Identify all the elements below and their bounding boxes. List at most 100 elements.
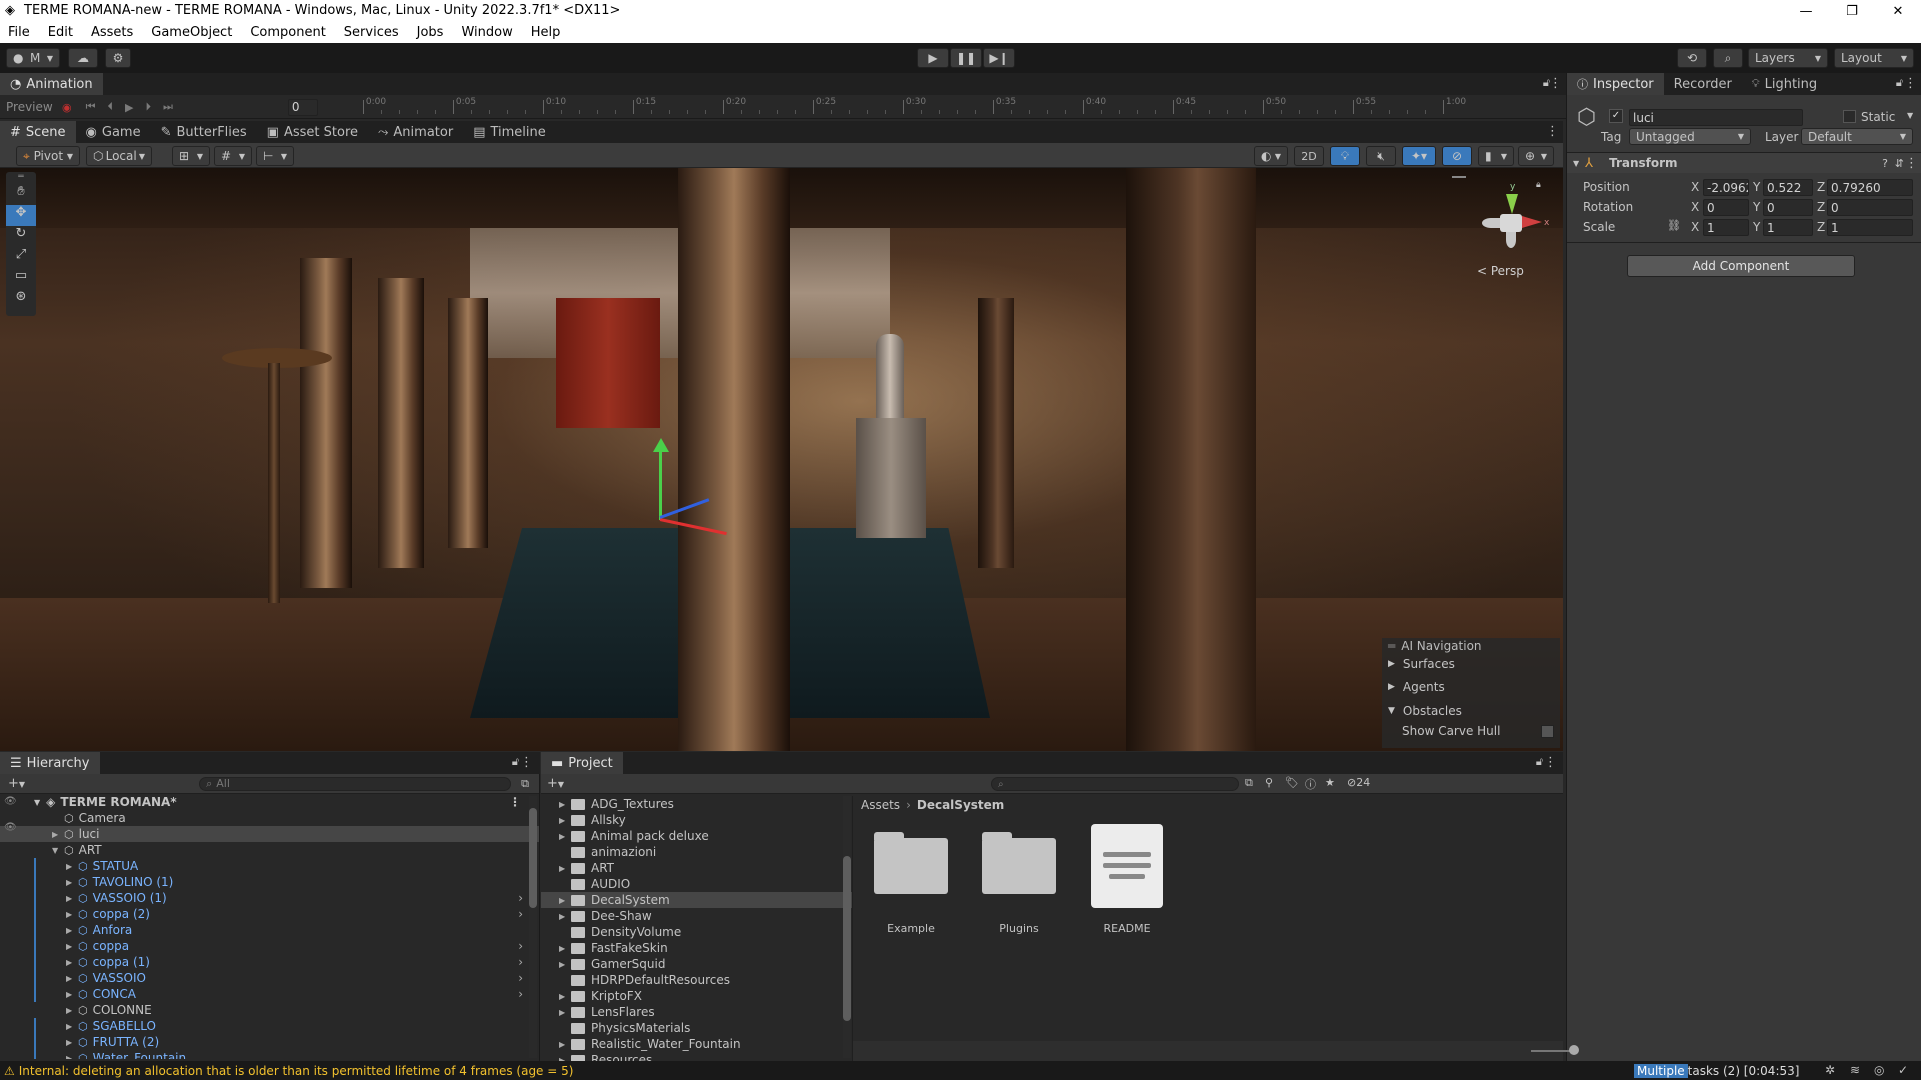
ai-nav-obstacles[interactable]: ▼ Obstacles — [1382, 699, 1560, 723]
menu-window[interactable]: Window — [452, 22, 521, 43]
hierarchy-row[interactable]: ▶ ⬡ CONCA › — [0, 986, 539, 1002]
chevron-right-icon[interactable]: ▶ — [559, 1008, 571, 1017]
menu-help[interactable]: Help — [522, 22, 570, 43]
chevron-right-icon[interactable]: ▶ — [52, 830, 64, 839]
tab-inspector[interactable]: ⓘ Inspector — [1567, 73, 1664, 95]
chevron-right-icon[interactable]: › — [518, 987, 523, 1001]
close-button[interactable]: ✕ — [1875, 0, 1921, 22]
drag-handle[interactable]: ═ — [6, 172, 36, 184]
menu-gameobject[interactable]: GameObject — [142, 22, 241, 43]
tab-game[interactable]: ◉ Game — [76, 121, 151, 143]
label-icon[interactable]: 🏷︎ — [1285, 776, 1299, 789]
tab-animation[interactable]: ◔ Animation — [0, 73, 103, 95]
background-tasks[interactable]: Multiple tasks (2) [0:04:53] — [1634, 1063, 1799, 1078]
hierarchy-row[interactable]: ▶ ⬡ Anfora — [0, 922, 539, 938]
chevron-right-icon[interactable]: ▶ — [66, 862, 78, 871]
chevron-right-icon[interactable]: ▶ — [66, 1006, 78, 1015]
folder-tree-row[interactable]: ▶ Dee-Shaw — [541, 908, 852, 924]
history-button[interactable]: ⟲ — [1677, 48, 1707, 68]
ai-navigation-header[interactable]: ═ AI Navigation — [1382, 638, 1560, 654]
menu-services[interactable]: Services — [335, 22, 408, 43]
chevron-right-icon[interactable]: › — [518, 971, 523, 985]
folder-tree-row[interactable]: animazioni — [541, 844, 852, 860]
gizmo-cube[interactable] — [1500, 214, 1522, 232]
draw-mode-dropdown[interactable]: ◐ ▼ — [1254, 146, 1288, 166]
chevron-right-icon[interactable]: ▶ — [559, 960, 571, 969]
audio-toggle[interactable]: 🔇︎ — [1366, 146, 1396, 166]
scene-filter-icon[interactable]: ⧉ — [521, 777, 529, 791]
chevron-right-icon[interactable]: ▶ — [66, 1022, 78, 1031]
rotate-tool[interactable]: ↻ — [6, 226, 36, 247]
frame-field[interactable]: 0 — [287, 98, 318, 116]
asset-item[interactable]: Plugins — [969, 824, 1069, 944]
first-key-icon[interactable]: ⏮ — [86, 100, 96, 114]
rect-tool[interactable]: ▭ — [6, 268, 36, 289]
folder-tree-row[interactable]: AUDIO — [541, 876, 852, 892]
folder-tree-row[interactable]: PhysicsMaterials — [541, 1020, 852, 1036]
add-button[interactable]: +▼ — [8, 776, 25, 791]
hierarchy-search-input[interactable]: ⌕ All — [199, 776, 512, 791]
timeline-ruler[interactable]: 0:00 0:05 0:10 0:15 0:20 0:25 0:30 0:35 0:40 0:45… — [358, 96, 1538, 118]
menu-jobs[interactable]: Jobs — [408, 22, 453, 43]
search-button[interactable]: ⌕ — [1713, 48, 1743, 68]
kebab-menu-icon[interactable]: ⋮ — [520, 755, 533, 770]
layers-dropdown[interactable]: Layers ▼ — [1748, 48, 1828, 68]
hierarchy-row[interactable]: ▶ ⬡ COLONNE — [0, 1002, 539, 1018]
transform-header[interactable]: ▼ ⅄ Transform ? ⇵ ⋮ — [1567, 153, 1921, 173]
transform-tool[interactable]: ⊛ — [6, 289, 36, 310]
hierarchy-row[interactable]: ▼ ⬡ ART — [0, 842, 539, 858]
camera-dropdown[interactable]: ▮ ▼ — [1478, 146, 1514, 166]
chevron-right-icon[interactable]: › — [518, 939, 523, 953]
preview-button[interactable]: Preview — [6, 100, 56, 114]
chevron-right-icon[interactable]: ▶ — [66, 1054, 78, 1060]
scrollbar-thumb[interactable] — [529, 808, 537, 908]
chevron-right-icon[interactable]: ▶ — [66, 942, 78, 951]
status-message[interactable]: Internal: deleting an allocation that is… — [19, 1064, 574, 1078]
persp-label[interactable]: < Persp — [1477, 264, 1524, 278]
hierarchy-row[interactable]: ▶ ⬡ coppa (1) › — [0, 954, 539, 970]
chevron-right-icon[interactable]: › — [518, 891, 523, 905]
kebab-menu-icon[interactable]: ⋮ — [1905, 156, 1918, 171]
toggle-2d-button[interactable]: 2D — [1294, 146, 1324, 166]
ai-nav-agents[interactable]: ▶ Agents — [1382, 674, 1560, 699]
hierarchy-scrollbar[interactable] — [529, 796, 537, 1058]
notifications-icon[interactable]: ✓ — [1898, 1063, 1908, 1077]
layer-dropdown[interactable]: Default ▼ — [1801, 128, 1913, 145]
chevron-right-icon[interactable]: ▶ — [559, 912, 571, 921]
account-dropdown[interactable]: ● M ▼ — [6, 48, 60, 68]
hidden-packages-toggle[interactable]: ⊘ 24 — [1347, 776, 1370, 789]
hierarchy-row[interactable]: ▶ ⬡ VASSOIO (1) › — [0, 890, 539, 906]
maximize-button[interactable]: ❐ — [1829, 0, 1875, 22]
folder-tree-row[interactable]: HDRPDefaultResources — [541, 972, 852, 988]
grid-visibility-dropdown[interactable]: # ▼ — [214, 146, 252, 166]
folder-tree-row[interactable]: ▶ ART — [541, 860, 852, 876]
search-by-type-icon[interactable]: ⧉ — [1245, 776, 1253, 790]
progress-icon[interactable]: ≋ — [1850, 1063, 1860, 1077]
layout-dropdown[interactable]: Layout ▼ — [1834, 48, 1914, 68]
tab-recorder[interactable]: Recorder — [1664, 73, 1742, 95]
gizmo-y-arrow[interactable] — [653, 438, 669, 452]
asset-item[interactable]: Example — [861, 824, 961, 944]
gizmo-neg-x[interactable] — [1482, 218, 1500, 228]
scrollbar-thumb[interactable] — [843, 856, 851, 1021]
rotation-y-field[interactable]: 0 — [1763, 199, 1813, 216]
position-x-field[interactable]: -2.0962 — [1703, 179, 1749, 196]
folder-tree-scrollbar[interactable] — [843, 796, 851, 1058]
show-carve-hull-checkbox[interactable] — [1541, 724, 1554, 738]
lock-icon[interactable]: 🔓︎ — [1896, 76, 1903, 90]
lock-icon[interactable]: 🔓︎ — [1536, 755, 1543, 769]
local-dropdown[interactable]: ⬡ Local ▼ — [86, 146, 152, 166]
record-icon[interactable]: ◉ — [62, 101, 72, 114]
position-y-field[interactable]: 0.522 — [1763, 179, 1813, 196]
hierarchy-row[interactable]: ▶ ⬡ coppa (2) › — [0, 906, 539, 922]
folder-tree-row[interactable]: ▶ LensFlares — [541, 1004, 852, 1020]
link-icon[interactable]: ⛓︎ — [1667, 219, 1681, 232]
chevron-right-icon[interactable]: › — [518, 907, 523, 921]
kebab-menu-icon[interactable]: ⋮ — [1904, 76, 1917, 91]
chevron-down-icon[interactable]: ▼ — [1907, 111, 1913, 120]
play-anim-icon[interactable]: ▶ — [125, 101, 133, 114]
kebab-menu-icon[interactable]: ⋮ — [509, 795, 521, 809]
menu-assets[interactable]: Assets — [82, 22, 142, 43]
chevron-right-icon[interactable]: ▶ — [559, 1040, 571, 1049]
ai-nav-surfaces[interactable]: ▶ Surfaces — [1382, 654, 1560, 674]
